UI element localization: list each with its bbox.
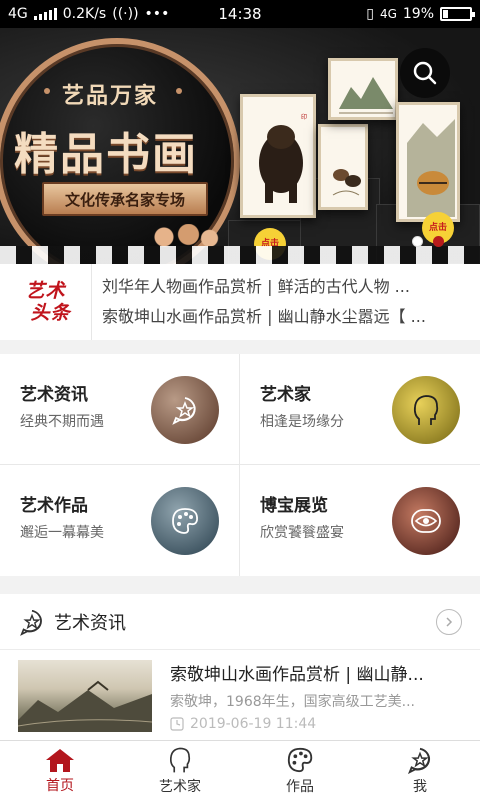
artwork-frame-mastiff: 印 xyxy=(240,94,316,218)
palette-icon xyxy=(172,508,198,534)
banner-big-title: 精品书画 xyxy=(14,129,198,180)
clock-icon xyxy=(170,717,184,731)
battery-percent: 19% xyxy=(402,6,434,22)
category-exhibitions[interactable]: 博宝展览 欣赏饕餮盛宴 xyxy=(240,465,480,576)
star-chat-icon xyxy=(172,397,196,425)
svg-text:印: 印 xyxy=(301,114,307,121)
artwork-frame-landscape xyxy=(328,58,398,120)
tab-label: 艺术家 xyxy=(159,778,201,795)
tab-artist[interactable]: 艺术家 xyxy=(120,741,240,800)
carousel-dot[interactable] xyxy=(412,236,423,247)
headlines-logo: 艺术 头条 xyxy=(0,264,92,340)
network-type: 4G xyxy=(8,6,28,22)
battery-icon xyxy=(440,7,475,21)
search-button[interactable] xyxy=(400,48,450,98)
star-chat-icon xyxy=(20,609,42,636)
article-time: 2019-06-19 11:44 xyxy=(190,716,317,732)
headlines-list: 刘华年人物画作品赏析 | 鲜活的古代人物 ... 索敬坤山水画作品赏析 | 幽山… xyxy=(96,272,480,332)
category-image xyxy=(392,376,460,444)
hotspot-icon: ((·)) xyxy=(112,6,139,22)
category-artist[interactable]: 艺术家 相逢是场缘分 xyxy=(240,354,480,465)
chevron-right-icon xyxy=(446,616,453,627)
category-artworks[interactable]: 艺术作品 邂逅一幕幕美 xyxy=(0,465,240,576)
artist-head-icon xyxy=(169,747,191,772)
section-header-art-news: 艺术资讯 xyxy=(0,594,480,650)
category-image xyxy=(151,487,219,555)
article-item[interactable]: 索敬坤山水画作品赏析 | 幽山静... 索敬坤，1968年生，国家高级工艺美..… xyxy=(0,650,480,742)
eye-icon xyxy=(411,509,441,533)
article-thumbnail xyxy=(18,660,152,732)
vibrate-icon: ▯ xyxy=(366,6,374,22)
carousel-indicator xyxy=(412,236,444,247)
artwork-frame-tiger xyxy=(396,102,460,222)
article-summary: 索敬坤，1968年生，国家高级工艺美... xyxy=(170,694,415,710)
banner-small-title: 艺品万家 xyxy=(62,83,159,109)
headline-item[interactable]: 刘华年人物画作品赏析 | 鲜活的古代人物 ... xyxy=(102,272,472,302)
tab-works[interactable]: 作品 xyxy=(240,741,360,800)
tab-label: 首页 xyxy=(46,777,74,794)
artist-head-icon xyxy=(413,395,439,425)
network-type-right: 4G xyxy=(379,7,397,21)
category-art-news[interactable]: 艺术资讯 经典不期而遇 xyxy=(0,354,240,465)
tab-me[interactable]: 我 xyxy=(360,741,480,800)
tab-label: 我 xyxy=(413,778,427,795)
section-title: 艺术资讯 xyxy=(54,612,126,634)
artwork-frame-small xyxy=(318,124,368,210)
home-icon xyxy=(46,748,74,772)
network-speed: 0.2K/s xyxy=(62,6,107,22)
search-icon xyxy=(413,61,437,85)
more-button[interactable] xyxy=(436,608,462,635)
more-dots-icon: ••• xyxy=(144,6,170,22)
star-chat-icon xyxy=(407,747,430,774)
art-headlines: 艺术 头条 刘华年人物画作品赏析 | 鲜活的古代人物 ... 索敬坤山水画作品赏… xyxy=(0,264,480,340)
tab-home[interactable]: 首页 xyxy=(0,741,120,800)
category-image xyxy=(392,487,460,555)
category-grid: 艺术资讯 经典不期而遇 艺术家 相逢是场缘分 艺术作品 邂逅一幕幕美 博宝展览 xyxy=(0,354,480,576)
checker-floor xyxy=(0,246,480,264)
palette-icon xyxy=(287,747,313,772)
article-title: 索敬坤山水画作品赏析 | 幽山静... xyxy=(170,665,424,685)
promo-banner[interactable]: 艺品万家 精品书画 文化传承名家专场 印 点击 点击 xyxy=(0,28,480,264)
signal-icon xyxy=(33,8,57,20)
banner-plaque: 文化传承名家专场 xyxy=(42,182,208,216)
headline-item[interactable]: 索敬坤山水画作品赏析 | 幽山静水尘嚣远【 ... xyxy=(102,302,472,332)
status-bar: 4G 0.2K/s ((·)) ••• 14:38 ▯ 4G 19% xyxy=(0,0,480,28)
category-image xyxy=(151,376,219,444)
tab-label: 作品 xyxy=(286,778,314,795)
carousel-dot-active[interactable] xyxy=(433,236,444,247)
mastiff-painting: 印 xyxy=(259,114,307,203)
bottom-tab-bar: 首页 艺术家 作品 我 xyxy=(0,740,480,800)
